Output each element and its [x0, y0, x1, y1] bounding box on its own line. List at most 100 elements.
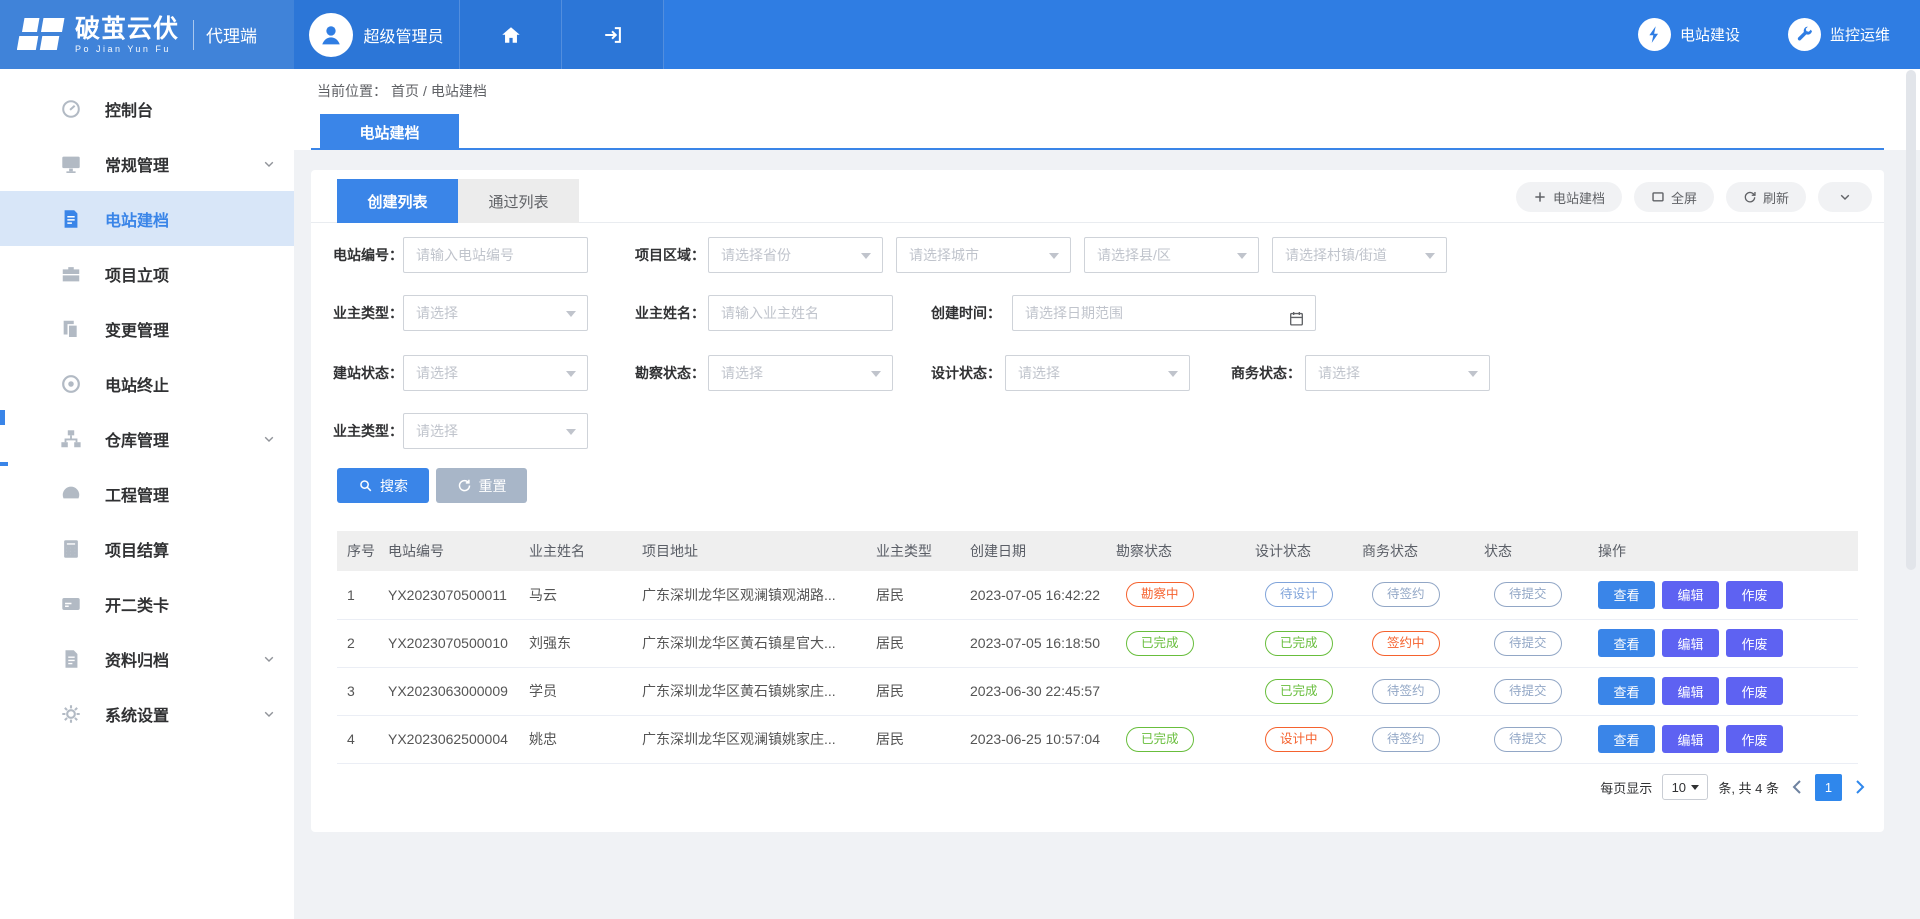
next-page-button[interactable]	[1852, 774, 1868, 800]
cell-created: 2023-06-25 10:57:04	[960, 715, 1106, 763]
column-header: 业主类型	[866, 531, 960, 571]
header-nav-station-build[interactable]: 电站建设	[1638, 18, 1740, 51]
sidebar-item-label: 变更管理	[105, 317, 169, 341]
owner-name-input[interactable]: 请输入业主姓名	[708, 295, 893, 331]
build-status-select[interactable]: 请选择	[403, 355, 588, 391]
void-button[interactable]: 作废	[1726, 581, 1783, 609]
cell-business-status: 待签约	[1352, 571, 1474, 619]
sidebar-item-gear[interactable]: 系统设置	[0, 686, 294, 741]
create-time-range-input[interactable]: 请选择日期范围	[1012, 295, 1316, 331]
station-no-input[interactable]: 请输入电站编号	[403, 237, 588, 273]
breadcrumb-home[interactable]: 首页	[391, 83, 419, 99]
owner-type2-select[interactable]: 请选择	[403, 413, 588, 449]
sidebar-item-monitor[interactable]: 常规管理	[0, 136, 294, 191]
region-select-0[interactable]: 请选择省份	[708, 237, 883, 273]
chevron-down-icon	[1838, 190, 1852, 204]
reset-icon	[457, 478, 472, 493]
edit-button[interactable]: 编辑	[1662, 677, 1719, 705]
tab-created-list[interactable]: 创建列表	[337, 179, 458, 223]
home-button[interactable]	[460, 0, 562, 69]
reset-button[interactable]: 重置	[436, 468, 527, 503]
cell-status-status: 待提交	[1474, 667, 1588, 715]
create-station-button[interactable]: 电站建档	[1516, 182, 1622, 212]
search-button[interactable]: 搜索	[337, 468, 429, 503]
sidebar-item-sitemap[interactable]: 仓库管理	[0, 411, 294, 466]
edit-button[interactable]: 编辑	[1662, 581, 1719, 609]
archive-icon	[60, 648, 82, 670]
sidebar-item-briefcase[interactable]: 项目立项	[0, 246, 294, 301]
region-select-1[interactable]: 请选择城市	[896, 237, 1071, 273]
cell-design-status: 待设计	[1245, 571, 1352, 619]
status-badge: 已完成	[1265, 679, 1333, 704]
sidebar-item-dashboard[interactable]: 控制台	[0, 81, 294, 136]
caret-down-icon	[566, 311, 576, 322]
sidebar-item-label: 开二类卡	[105, 592, 169, 616]
cell-design-status: 已完成	[1245, 619, 1352, 667]
placeholder-text: 请选择	[416, 365, 458, 381]
placeholder-text: 请选择	[1318, 365, 1360, 381]
page-number-1[interactable]: 1	[1815, 774, 1842, 801]
sidebar-item-target[interactable]: 电站终止	[0, 356, 294, 411]
survey-status-select[interactable]: 请选择	[708, 355, 893, 391]
page-scrollbar[interactable]	[1906, 70, 1916, 919]
placeholder-text: 请输入电站编号	[416, 247, 514, 263]
column-header: 勘察状态	[1106, 531, 1245, 571]
sidebar-item-card[interactable]: 开二类卡	[0, 576, 294, 631]
business-status-select[interactable]: 请选择	[1305, 355, 1490, 391]
toolbar-button-label: 电站建档	[1553, 188, 1605, 207]
logout-button[interactable]	[562, 0, 664, 69]
scrollbar-thumb[interactable]	[1906, 70, 1916, 570]
per-page-select[interactable]: 10	[1662, 774, 1708, 800]
brand-block: 破茧云伏 Po Jian Yun Fu 代理端	[0, 0, 294, 69]
header-nav-monitor-ops[interactable]: 监控运维	[1788, 18, 1890, 51]
column-header: 业主姓名	[519, 531, 632, 571]
app-root: 破茧云伏 Po Jian Yun Fu 代理端 超级管理员 电站建设 监控运维 控…	[0, 0, 1920, 919]
view-button[interactable]: 查看	[1598, 725, 1655, 753]
sidebar-item-calculator[interactable]: 项目结算	[0, 521, 294, 576]
region-select-2[interactable]: 请选择县/区	[1084, 237, 1259, 273]
column-header: 设计状态	[1245, 531, 1352, 571]
brand-subtitle: Po Jian Yun Fu	[75, 44, 179, 54]
region-select-3[interactable]: 请选择村镇/街道	[1272, 237, 1447, 273]
sidebar-item-gauge[interactable]: 工程管理	[0, 466, 294, 521]
status-badge: 勘察中	[1126, 582, 1194, 607]
sidebar-item-copy[interactable]: 变更管理	[0, 301, 294, 356]
copy-icon	[60, 318, 82, 340]
edit-button[interactable]: 编辑	[1662, 725, 1719, 753]
logo-icon	[17, 15, 65, 55]
void-button[interactable]: 作废	[1726, 629, 1783, 657]
cell-owner: 学员	[519, 667, 632, 715]
placeholder-text: 请选择日期范围	[1025, 305, 1123, 321]
sidebar-item-label: 控制台	[105, 97, 153, 121]
view-button[interactable]: 查看	[1598, 581, 1655, 609]
prev-page-button[interactable]	[1789, 774, 1805, 800]
home-icon	[500, 24, 522, 46]
status-badge: 待签约	[1372, 582, 1440, 607]
collapse-button[interactable]	[1818, 182, 1872, 212]
view-button[interactable]: 查看	[1598, 677, 1655, 705]
design-status-select[interactable]: 请选择	[1005, 355, 1190, 391]
sidebar-item-label: 系统设置	[105, 702, 169, 726]
brand-title: 破茧云伏	[75, 16, 179, 42]
sidebar-item-archive[interactable]: 资料归档	[0, 631, 294, 686]
view-button[interactable]: 查看	[1598, 629, 1655, 657]
user-menu[interactable]: 超级管理员	[294, 0, 460, 69]
void-button[interactable]: 作废	[1726, 677, 1783, 705]
cell-owner: 姚忠	[519, 715, 632, 763]
tab-passed-list[interactable]: 通过列表	[458, 179, 579, 223]
sidebar-item-document[interactable]: 电站建档	[0, 191, 294, 246]
filter-label: 业主类型：	[327, 413, 403, 449]
fullscreen-button[interactable]: 全屏	[1634, 182, 1714, 212]
owner-type-select[interactable]: 请选择	[403, 295, 588, 331]
refresh-button[interactable]: 刷新	[1726, 182, 1806, 212]
cell-created: 2023-06-30 22:45:57	[960, 667, 1106, 715]
filter-label: 业主类型：	[327, 295, 403, 331]
page-tab-station-archive[interactable]: 电站建档	[320, 114, 459, 150]
edit-button[interactable]: 编辑	[1662, 629, 1719, 657]
cell-station_no: YX2023070500010	[378, 619, 519, 667]
card-header: 创建列表通过列表 电站建档 全屏刷新	[311, 170, 1884, 223]
placeholder-text: 请选择城市	[909, 247, 979, 263]
void-button[interactable]: 作废	[1726, 725, 1783, 753]
sidebar-item-label: 电站建档	[105, 207, 169, 231]
tab-underline	[311, 148, 1884, 150]
